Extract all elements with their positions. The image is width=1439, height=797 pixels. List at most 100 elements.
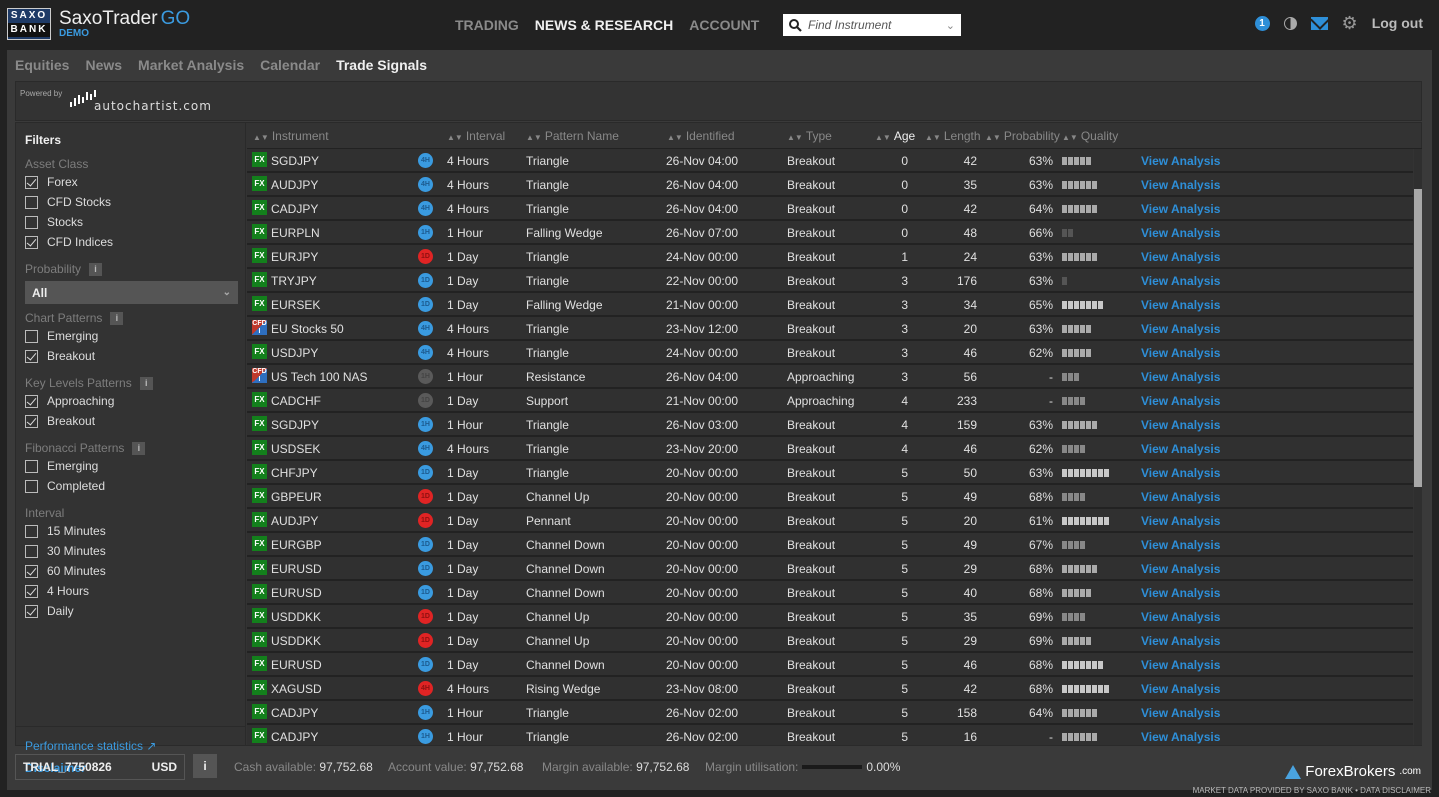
table-row[interactable]: FX AUDJPY 1D 1 Day Pennant 20-Nov 00:00 Breako… bbox=[247, 509, 1413, 533]
table-row[interactable]: FX SGDJPY 1H 1 Hour Triangle 26-Nov 03:00 Brea… bbox=[247, 413, 1413, 437]
view-analysis-link[interactable]: View Analysis bbox=[1141, 586, 1220, 600]
table-row[interactable]: FX CADCHF 1D 1 Day Support 21-Nov 00:00 Approa… bbox=[247, 389, 1413, 413]
theme-contrast-icon[interactable] bbox=[1283, 16, 1297, 30]
tab-trade-signals[interactable]: Trade Signals bbox=[336, 57, 427, 73]
info-icon[interactable]: i bbox=[132, 441, 146, 455]
instrument-name[interactable]: USDSEK bbox=[271, 442, 320, 456]
checkbox[interactable] bbox=[25, 195, 38, 209]
filter-key-breakout[interactable]: Breakout bbox=[25, 411, 153, 431]
col-age[interactable]: ▲▼ Age bbox=[875, 129, 915, 143]
checkbox[interactable] bbox=[25, 215, 38, 229]
table-row[interactable]: FX USDSEK 4H 4 Hours Triangle 23-Nov 20:00 Bre… bbox=[247, 437, 1413, 461]
filter-cfd-stocks[interactable]: CFD Stocks bbox=[25, 192, 113, 212]
instrument-name[interactable]: SGDJPY bbox=[271, 154, 319, 168]
table-row[interactable]: FX USDJPY 4H 4 Hours Triangle 24-Nov 00:00 Bre… bbox=[247, 341, 1413, 365]
checkbox[interactable] bbox=[25, 175, 38, 189]
instrument-name[interactable]: EURGBP bbox=[271, 538, 322, 552]
checkbox[interactable] bbox=[25, 394, 38, 408]
instrument-name[interactable]: SGDJPY bbox=[271, 418, 319, 432]
table-row[interactable]: FX CADJPY 4H 4 Hours Triangle 26-Nov 04:00 Bre… bbox=[247, 197, 1413, 221]
filter-key-approaching[interactable]: Approaching bbox=[25, 391, 153, 411]
table-row[interactable]: FX EURPLN 1H 1 Hour Falling Wedge 26-Nov 07:0… bbox=[247, 221, 1413, 245]
notification-badge[interactable]: 1 bbox=[1254, 15, 1270, 31]
info-icon[interactable]: i bbox=[139, 376, 153, 390]
view-analysis-link[interactable]: View Analysis bbox=[1141, 706, 1220, 720]
view-analysis-link[interactable]: View Analysis bbox=[1141, 274, 1220, 288]
info-icon[interactable]: i bbox=[89, 262, 103, 276]
instrument-name[interactable]: US Tech 100 NAS bbox=[271, 370, 368, 384]
checkbox[interactable] bbox=[25, 329, 38, 343]
instrument-name[interactable]: GBPEUR bbox=[271, 490, 322, 504]
view-analysis-link[interactable]: View Analysis bbox=[1141, 418, 1220, 432]
filter-fib-emerging[interactable]: Emerging bbox=[25, 456, 145, 476]
tab-calendar[interactable]: Calendar bbox=[260, 57, 320, 73]
instrument-name[interactable]: EURUSD bbox=[271, 658, 322, 672]
view-analysis-link[interactable]: View Analysis bbox=[1141, 250, 1220, 264]
filter-fib-completed[interactable]: Completed bbox=[25, 476, 145, 496]
table-row[interactable]: FX AUDJPY 4H 4 Hours Triangle 26-Nov 04:00 Bre… bbox=[247, 173, 1413, 197]
view-analysis-link[interactable]: View Analysis bbox=[1141, 202, 1220, 216]
tab-equities[interactable]: Equities bbox=[15, 57, 69, 73]
instrument-name[interactable]: EURJPY bbox=[271, 250, 318, 264]
instrument-name[interactable]: EURPLN bbox=[271, 226, 320, 240]
mail-icon[interactable] bbox=[1310, 16, 1328, 30]
col-length[interactable]: ▲▼ Length bbox=[925, 129, 981, 143]
checkbox[interactable] bbox=[25, 524, 38, 538]
view-analysis-link[interactable]: View Analysis bbox=[1141, 562, 1220, 576]
checkbox[interactable] bbox=[25, 235, 38, 249]
table-row[interactable]: FX USDDKK 1D 1 Day Channel Up 20-Nov 00:00 Bre… bbox=[247, 605, 1413, 629]
view-analysis-link[interactable]: View Analysis bbox=[1141, 322, 1220, 336]
table-row[interactable]: FX SGDJPY 4H 4 Hours Triangle 26-Nov 04:00 Bre… bbox=[247, 149, 1413, 173]
instrument-name[interactable]: USDJPY bbox=[271, 346, 318, 360]
table-row[interactable]: FX TRYJPY 1D 1 Day Triangle 22-Nov 00:00 Break… bbox=[247, 269, 1413, 293]
info-icon[interactable]: i bbox=[110, 311, 124, 325]
nav-trading[interactable]: TRADING bbox=[455, 17, 519, 33]
checkbox[interactable] bbox=[25, 584, 38, 598]
table-row[interactable]: FX EURUSD 1D 1 Day Channel Down 20-Nov 00:00 B… bbox=[247, 557, 1413, 581]
view-analysis-link[interactable]: View Analysis bbox=[1141, 346, 1220, 360]
chevron-down-icon[interactable]: ⌄ bbox=[946, 19, 955, 32]
table-row[interactable]: FX XAGUSD 4H 4 Hours Rising Wedge 23-Nov 08:0… bbox=[247, 677, 1413, 701]
filter-30min[interactable]: 30 Minutes bbox=[25, 541, 106, 561]
logout-button[interactable]: Log out bbox=[1372, 15, 1423, 31]
checkbox[interactable] bbox=[25, 544, 38, 558]
instrument-name[interactable]: EURUSD bbox=[271, 562, 322, 576]
table-row[interactable]: FX EURSEK 1D 1 Day Falling Wedge 21-Nov 00:00… bbox=[247, 293, 1413, 317]
instrument-name[interactable]: AUDJPY bbox=[271, 514, 318, 528]
gear-icon[interactable]: ⚙ bbox=[1342, 14, 1358, 32]
table-row[interactable]: FX CADJPY 1H 1 Hour Triangle 26-Nov 02:00 Brea… bbox=[247, 701, 1413, 725]
scrollbar-thumb[interactable] bbox=[1414, 189, 1422, 487]
checkbox[interactable] bbox=[25, 564, 38, 578]
probability-select[interactable]: All ⌄ bbox=[25, 281, 238, 304]
view-analysis-link[interactable]: View Analysis bbox=[1141, 658, 1220, 672]
filter-4hours[interactable]: 4 Hours bbox=[25, 581, 106, 601]
find-instrument-input[interactable]: Find Instrument ⌄ bbox=[783, 14, 961, 36]
instrument-name[interactable]: CHFJPY bbox=[271, 466, 318, 480]
instrument-name[interactable]: CADJPY bbox=[271, 706, 318, 720]
view-analysis-link[interactable]: View Analysis bbox=[1141, 538, 1220, 552]
nav-news-research[interactable]: NEWS & RESEARCH bbox=[535, 17, 673, 33]
view-analysis-link[interactable]: View Analysis bbox=[1141, 226, 1220, 240]
instrument-name[interactable]: USDDKK bbox=[271, 610, 321, 624]
table-row[interactable]: FX EURJPY 1D 1 Day Triangle 24-Nov 00:00 Break… bbox=[247, 245, 1413, 269]
filter-15min[interactable]: 15 Minutes bbox=[25, 521, 106, 541]
col-type[interactable]: ▲▼ Type bbox=[787, 129, 832, 143]
checkbox[interactable] bbox=[25, 479, 38, 493]
instrument-name[interactable]: EURSEK bbox=[271, 298, 320, 312]
instrument-name[interactable]: XAGUSD bbox=[271, 682, 322, 696]
view-analysis-link[interactable]: View Analysis bbox=[1141, 178, 1220, 192]
view-analysis-link[interactable]: View Analysis bbox=[1141, 154, 1220, 168]
table-scrollbar[interactable] bbox=[1414, 149, 1422, 745]
market-data-notice[interactable]: MARKET DATA PROVIDED BY SAXO BANK • DATA… bbox=[1193, 786, 1431, 795]
instrument-name[interactable]: TRYJPY bbox=[271, 274, 317, 288]
view-analysis-link[interactable]: View Analysis bbox=[1141, 394, 1220, 408]
table-row[interactable]: FX CHFJPY 1D 1 Day Triangle 20-Nov 00:00 Break… bbox=[247, 461, 1413, 485]
instrument-name[interactable]: AUDJPY bbox=[271, 178, 318, 192]
col-instrument[interactable]: ▲▼ Instrument bbox=[253, 129, 329, 143]
filter-forex[interactable]: Forex bbox=[25, 172, 113, 192]
checkbox[interactable] bbox=[25, 604, 38, 618]
view-analysis-link[interactable]: View Analysis bbox=[1141, 634, 1220, 648]
filter-60min[interactable]: 60 Minutes bbox=[25, 561, 106, 581]
account-info-button[interactable]: i bbox=[193, 754, 217, 778]
col-pattern-name[interactable]: ▲▼ Pattern Name bbox=[526, 129, 619, 143]
